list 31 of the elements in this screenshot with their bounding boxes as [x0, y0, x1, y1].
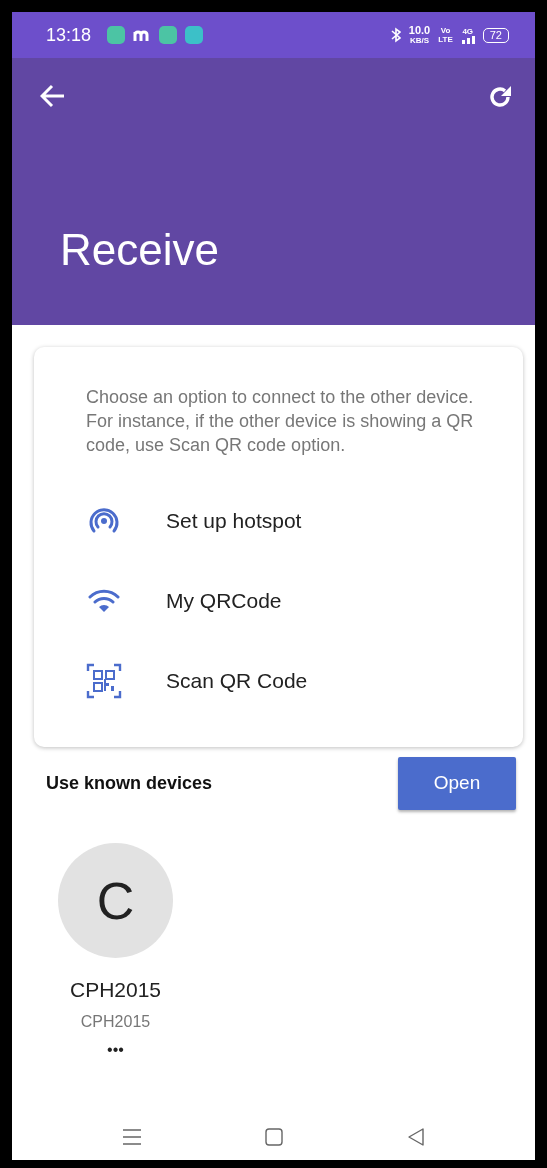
- description-text: Choose an option to connect to the other device. For instance, if the other device is showing a QR code, use Scan QR code option.: [86, 386, 475, 457]
- section-heading: Use known devices: [46, 772, 213, 795]
- wifi-icon: [88, 589, 120, 613]
- signal-icon: [460, 35, 475, 44]
- device-subtitle: CPH2015: [80, 1011, 151, 1032]
- page-title: Receive: [60, 228, 220, 272]
- back-arrow-icon[interactable]: [40, 84, 66, 108]
- bluetooth-icon: [390, 27, 401, 43]
- status-time: 13:18: [46, 23, 92, 47]
- option-item[interactable]: My QRCode: [86, 561, 483, 641]
- option-item[interactable]: Scan QR Code: [86, 641, 483, 721]
- back-button-icon[interactable]: [407, 1128, 426, 1146]
- home-button-icon[interactable]: [265, 1128, 284, 1146]
- volte-label: Vo: [439, 26, 452, 35]
- network-type: 4G: [462, 26, 474, 36]
- hotspot-icon: [88, 507, 120, 535]
- app-icon: [185, 26, 204, 44]
- speed-unit: KB/S: [409, 36, 430, 45]
- more-options-button[interactable]: •••: [107, 1041, 124, 1058]
- app-icon: [107, 26, 126, 44]
- option-item[interactable]: Set up hotspot: [86, 481, 483, 561]
- app-icon: [133, 28, 152, 42]
- device-avatar[interactable]: C: [58, 843, 173, 958]
- qr-code-icon: [86, 663, 122, 699]
- network-speed: 10.0: [408, 25, 431, 36]
- device-name: CPH2015: [69, 977, 162, 1003]
- refresh-icon[interactable]: [487, 84, 513, 110]
- battery-level: 72: [482, 27, 509, 43]
- open-button[interactable]: Open: [398, 757, 516, 810]
- volte-label: LTE: [438, 35, 453, 44]
- menu-icon[interactable]: [121, 1128, 142, 1146]
